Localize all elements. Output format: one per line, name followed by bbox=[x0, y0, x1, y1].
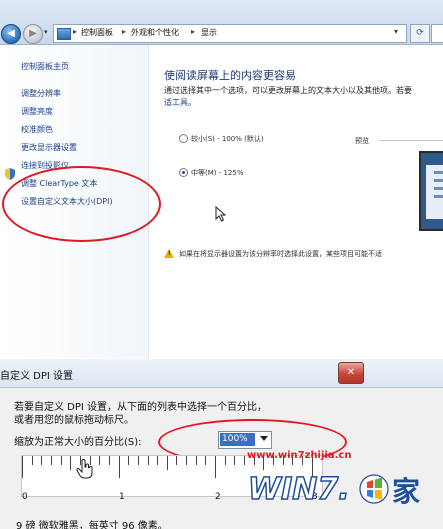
custom-dpi-dialog: 自定义 DPI 设置 ✕ 若要自定义 DPI 设置，从下面的列表中选择一个百分比… bbox=[0, 359, 443, 529]
option-smaller-label[interactable]: 较小(S) - 100% (默认) bbox=[191, 134, 264, 144]
scale-label: 缩放为正常大小的百分比(S): bbox=[14, 437, 142, 448]
highlight-ellipse bbox=[2, 166, 161, 242]
breadcrumb-appearance[interactable]: 外观和个性化 bbox=[131, 27, 179, 38]
radio-medium[interactable] bbox=[179, 168, 188, 177]
preview-line bbox=[434, 179, 443, 182]
instruction-text: 或者用您的鼠标拖动标尺。 bbox=[14, 415, 134, 426]
address-dropdown-icon[interactable]: ▾ bbox=[394, 27, 398, 36]
ruler-tick bbox=[205, 456, 207, 465]
ruler-tick bbox=[195, 456, 197, 465]
search-input[interactable] bbox=[431, 24, 443, 43]
option-medium-label[interactable]: 中等(M) - 125% bbox=[191, 168, 244, 178]
preview-line bbox=[434, 195, 443, 198]
ruler-tick bbox=[215, 456, 216, 478]
ruler-tick bbox=[176, 456, 178, 465]
warning-text: 如果在将显示器设置为该分辨率时选择此设置，某些项目可能不适 bbox=[179, 250, 382, 258]
breadcrumb-control-panel[interactable]: 控制面板 bbox=[81, 27, 113, 38]
dialog-title-bar: 自定义 DPI 设置 ✕ bbox=[0, 359, 443, 388]
ruler-tick bbox=[41, 456, 43, 465]
ruler-tick bbox=[157, 456, 159, 465]
watermark-url: www.win7zhijia.cn bbox=[247, 450, 352, 461]
ruler-tick bbox=[22, 456, 23, 478]
control-panel-window: ◀ ▶ ▾ ▸ 控制面板 ▸ 外观和个性化 ▸ 显示 ▾ ⟳ 控制面板主页 调整… bbox=[0, 0, 443, 358]
address-bar: ◀ ▶ ▾ ▸ 控制面板 ▸ 外观和个性化 ▸ 显示 ▾ ⟳ bbox=[0, 0, 443, 45]
sample-text: 9 磅 微软雅黑，每英寸 96 像素。 bbox=[16, 521, 168, 529]
hand-cursor-icon bbox=[76, 459, 93, 479]
sidebar-item-home[interactable]: 控制面板主页 bbox=[21, 61, 69, 72]
ruler-tick bbox=[166, 456, 168, 470]
close-icon: ✕ bbox=[346, 367, 356, 378]
warning-icon: ! bbox=[164, 249, 174, 258]
sidebar-item-display-settings[interactable]: 更改显示器设置 bbox=[21, 142, 77, 153]
ruler-tick bbox=[224, 456, 226, 465]
preview-line bbox=[434, 171, 443, 174]
preview-window bbox=[426, 165, 443, 219]
preview-monitor-image bbox=[419, 151, 443, 231]
main-content: 使阅读屏幕上的内容更容易 通过选择其中一个选项，可以更改屏幕上的文本大小以及其他… bbox=[149, 45, 443, 358]
ruler-tick bbox=[51, 456, 52, 465]
forward-button[interactable]: ▶ bbox=[23, 24, 43, 44]
refresh-button[interactable]: ⟳ bbox=[410, 24, 430, 43]
watermark-logo: WIN7. 家 bbox=[247, 471, 420, 508]
breadcrumb-separator-icon[interactable]: ▸ bbox=[191, 27, 195, 36]
description-text: 通过选择其中一个选项，可以更改屏幕上的文本大小以及其他项。若要 bbox=[164, 86, 412, 95]
description-link[interactable]: 适工具。 bbox=[164, 97, 196, 108]
breadcrumb-separator-icon[interactable]: ▸ bbox=[122, 27, 126, 36]
preview-line bbox=[434, 187, 443, 190]
ruler-tick bbox=[186, 456, 188, 465]
sidebar-item-resolution[interactable]: 调整分辨率 bbox=[21, 88, 61, 99]
breadcrumb-separator-icon[interactable]: ▸ bbox=[73, 27, 77, 36]
ruler-tick bbox=[137, 456, 139, 465]
svg-text:WIN7.: WIN7. bbox=[248, 472, 350, 507]
radio-smaller[interactable] bbox=[179, 134, 188, 143]
svg-text:家: 家 bbox=[392, 475, 420, 508]
ruler-tick bbox=[234, 456, 236, 465]
preview-divider bbox=[379, 140, 443, 141]
ruler-tick bbox=[108, 456, 110, 465]
recent-pages-dropdown[interactable]: ▾ bbox=[44, 28, 52, 38]
control-panel-icon bbox=[57, 28, 71, 40]
sidebar-item-calibrate-color[interactable]: 校准颜色 bbox=[21, 124, 53, 135]
mouse-pointer-icon bbox=[215, 206, 227, 222]
ruler-tick bbox=[31, 456, 33, 465]
sidebar-item-brightness[interactable]: 调整亮度 bbox=[21, 106, 53, 117]
ruler-label: 2 bbox=[215, 492, 221, 502]
ruler-label: 1 bbox=[119, 492, 125, 502]
back-button[interactable]: ◀ bbox=[1, 24, 21, 44]
ruler-tick bbox=[60, 456, 62, 465]
dialog-title: 自定义 DPI 设置 bbox=[0, 371, 74, 382]
ruler-tick bbox=[99, 456, 101, 465]
ruler-tick bbox=[118, 456, 120, 478]
breadcrumb[interactable]: ▸ 控制面板 ▸ 外观和个性化 ▸ 显示 ▾ bbox=[53, 24, 407, 43]
ruler-tick bbox=[147, 456, 149, 465]
ruler-label: 0 bbox=[22, 492, 28, 502]
refresh-icon: ⟳ bbox=[416, 28, 424, 38]
breadcrumb-display[interactable]: 显示 bbox=[201, 27, 217, 38]
close-button[interactable]: ✕ bbox=[338, 362, 364, 384]
forward-arrow-icon: ▶ bbox=[29, 28, 37, 39]
page-title: 使阅读屏幕上的内容更容易 bbox=[164, 69, 296, 82]
back-arrow-icon: ◀ bbox=[7, 28, 15, 39]
preview-label: 预览 bbox=[355, 137, 369, 145]
ruler-tick bbox=[244, 456, 245, 465]
shield-icon bbox=[5, 168, 15, 180]
ruler-tick bbox=[128, 456, 130, 465]
ruler-tick bbox=[70, 456, 72, 470]
